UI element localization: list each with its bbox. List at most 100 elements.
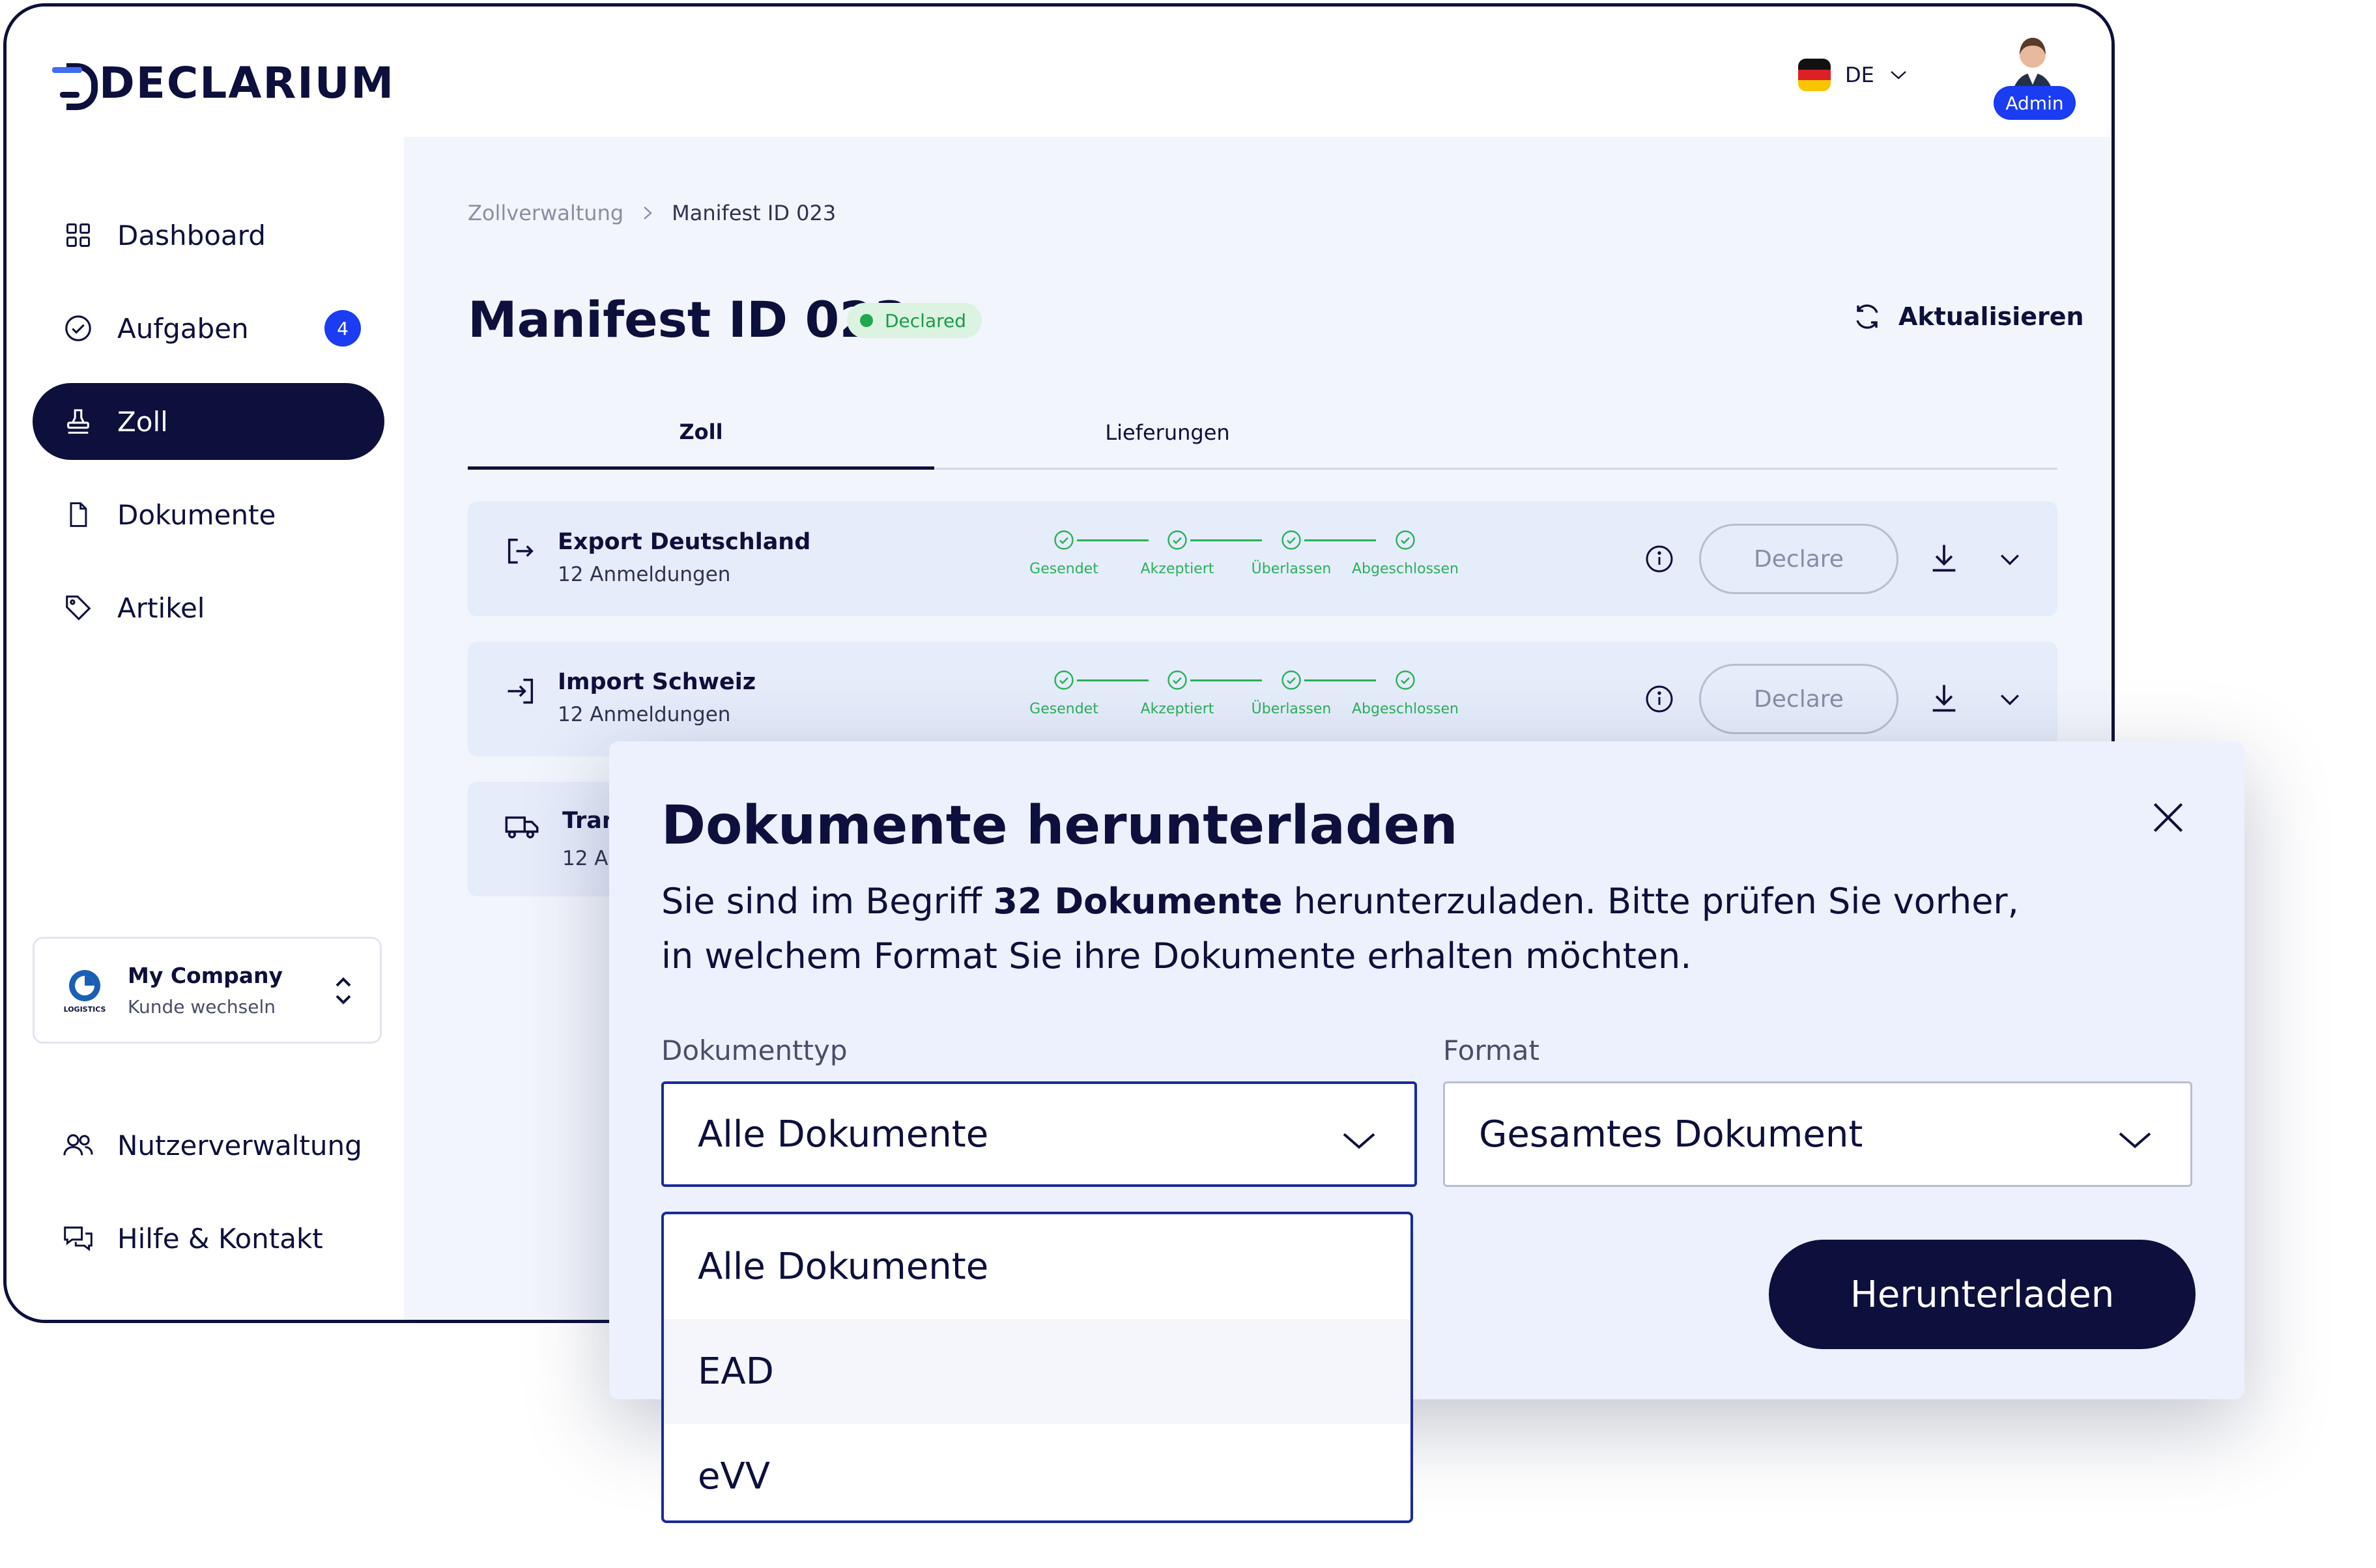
tab-zoll[interactable]: Zoll — [468, 397, 934, 470]
chevron-down-icon — [1889, 68, 1908, 81]
format-select[interactable]: Gesamtes Dokument — [1443, 1081, 2192, 1187]
step-check-icon — [1281, 530, 1301, 550]
expand-chevron-icon[interactable] — [1996, 545, 2024, 573]
brand-logo[interactable]: DECLARIUM — [52, 57, 395, 110]
expand-chevron-icon[interactable] — [1996, 685, 2024, 713]
status-badge: Declared — [847, 303, 982, 338]
check-circle-icon — [59, 309, 98, 348]
refresh-button[interactable]: Aktualisieren — [1852, 301, 2084, 332]
sidebar-item-label: Nutzerverwaltung — [117, 1129, 362, 1162]
sidebar-item-dokumente[interactable]: Dokumente — [33, 476, 384, 553]
step-label: Überlassen — [1251, 561, 1332, 577]
page-title: Manifest ID 023 — [468, 291, 909, 349]
stamp-icon — [59, 402, 98, 441]
dropdown-option-evv[interactable]: eVV — [664, 1424, 1410, 1520]
company-logo-text: LOGISTICS — [64, 1005, 106, 1014]
tab-bar: Zoll Lieferungen — [468, 397, 2057, 470]
format-label: Format — [1443, 1034, 1540, 1066]
sidebar-item-hilfe[interactable]: Hilfe & Kontakt — [33, 1200, 384, 1277]
step-label: Abgeschlossen — [1352, 561, 1459, 577]
company-name: My Company — [128, 963, 283, 988]
row-subtitle: 12 Anmeldungen — [558, 703, 731, 726]
german-flag-icon — [1798, 59, 1831, 91]
import-icon — [504, 674, 537, 708]
breadcrumb-parent[interactable]: Zollverwaltung — [468, 201, 623, 225]
row-title: Export Deutschland — [558, 529, 811, 555]
step-check-icon — [1054, 530, 1074, 550]
dialog-document-count: 32 Dokumente — [993, 881, 1283, 922]
step-label: Akzeptiert — [1140, 561, 1214, 577]
sidebar-item-label: Aufgaben — [117, 312, 249, 345]
format-value: Gesamtes Dokument — [1479, 1113, 1863, 1156]
breadcrumb: Zollverwaltung Manifest ID 023 — [468, 201, 836, 225]
declare-button[interactable]: Declare — [1699, 524, 1898, 594]
info-icon[interactable] — [1644, 543, 1675, 575]
sidebar-item-artikel[interactable]: Artikel — [33, 569, 384, 646]
step-check-icon — [1396, 530, 1415, 550]
doctype-select[interactable]: Alle Dokumente — [661, 1081, 1417, 1187]
row-subtitle: 12 Anmeldungen — [558, 563, 731, 586]
download-icon[interactable] — [1927, 541, 1961, 575]
download-button[interactable]: Herunterladen — [1769, 1240, 2196, 1349]
doctype-value: Alle Dokumente — [698, 1113, 989, 1156]
sidebar-item-zoll[interactable]: Zoll — [33, 383, 384, 460]
status-label: Declared — [885, 309, 967, 332]
download-icon[interactable] — [1927, 681, 1961, 715]
breadcrumb-current: Manifest ID 023 — [672, 201, 837, 225]
dialog-title: Dokumente herunterladen — [661, 795, 1458, 857]
sidebar-item-aufgaben[interactable]: Aufgaben 4 — [33, 290, 384, 367]
step-label: Akzeptiert — [1140, 701, 1214, 717]
doctype-label: Dokumenttyp — [661, 1034, 848, 1066]
sidebar-item-label: Dokumente — [117, 498, 276, 531]
declare-button[interactable]: Declare — [1699, 664, 1898, 734]
dialog-text-pre: Sie sind im Begriff — [661, 881, 994, 922]
dialog-description: Sie sind im Begriff 32 Dokumente herunte… — [661, 874, 2055, 984]
language-code: DE — [1845, 63, 1874, 87]
step-check-icon — [1396, 670, 1415, 690]
chevron-down-icon — [2116, 1121, 2154, 1150]
company-switcher[interactable]: LOGISTICS My Company Kunde wechseln — [33, 937, 382, 1044]
grid-icon — [59, 216, 98, 255]
step-label: Abgeschlossen — [1352, 701, 1459, 717]
chevron-updown-icon — [330, 971, 356, 1010]
sidebar-item-dashboard[interactable]: Dashboard — [33, 197, 384, 274]
document-icon — [59, 495, 98, 534]
step-label: Gesendet — [1029, 701, 1098, 717]
step-check-icon — [1054, 670, 1074, 690]
chat-icon — [59, 1219, 98, 1258]
sidebar-item-label: Zoll — [117, 405, 168, 438]
refresh-label: Aktualisieren — [1898, 302, 2084, 331]
user-role-badge[interactable]: Admin — [1994, 86, 2076, 120]
step-check-icon — [1281, 670, 1301, 690]
language-selector[interactable]: DE — [1798, 59, 1908, 91]
progress-steps: Gesendet Akzeptiert Überlassen Abgeschlo… — [1029, 530, 1481, 588]
sidebar: DECLARIUM Dashboard Aufgaben 4 Zoll Doku… — [7, 7, 404, 1320]
step-check-icon — [1167, 530, 1187, 550]
sidebar-item-nutzerverwaltung[interactable]: Nutzerverwaltung — [33, 1107, 384, 1184]
sidebar-item-label: Dashboard — [117, 219, 266, 251]
sidebar-item-label: Hilfe & Kontakt — [117, 1222, 323, 1255]
company-logo-icon: LOGISTICS — [59, 965, 110, 1016]
truck-icon — [504, 809, 539, 843]
status-dot-icon — [860, 314, 873, 327]
info-icon[interactable] — [1644, 683, 1675, 715]
customs-row-import[interactable]: Import Schweiz 12 Anmeldungen Gesendet A… — [468, 642, 2057, 756]
sidebar-item-label: Artikel — [117, 592, 205, 624]
customs-row-export[interactable]: Export Deutschland 12 Anmeldungen Gesend… — [468, 502, 2057, 616]
step-label: Überlassen — [1251, 701, 1332, 717]
brand-name: DECLARIUM — [99, 58, 395, 108]
dropdown-option-alle[interactable]: Alle Dokumente — [664, 1214, 1410, 1319]
tab-lieferungen[interactable]: Lieferungen — [934, 397, 1401, 468]
export-icon — [504, 534, 537, 568]
close-icon[interactable] — [2148, 797, 2188, 838]
refresh-icon — [1856, 304, 1878, 329]
tab-label: Zoll — [679, 420, 723, 444]
chevron-right-icon — [640, 203, 655, 223]
chevron-down-icon — [1340, 1122, 1378, 1150]
users-icon — [59, 1126, 98, 1165]
doctype-dropdown-list: Alle Dokumente EAD eVV — [661, 1212, 1413, 1523]
logo-mark-icon — [52, 63, 98, 110]
dropdown-option-ead[interactable]: EAD — [664, 1319, 1410, 1424]
company-switch-label: Kunde wechseln — [128, 996, 276, 1018]
task-count-badge: 4 — [324, 310, 361, 347]
